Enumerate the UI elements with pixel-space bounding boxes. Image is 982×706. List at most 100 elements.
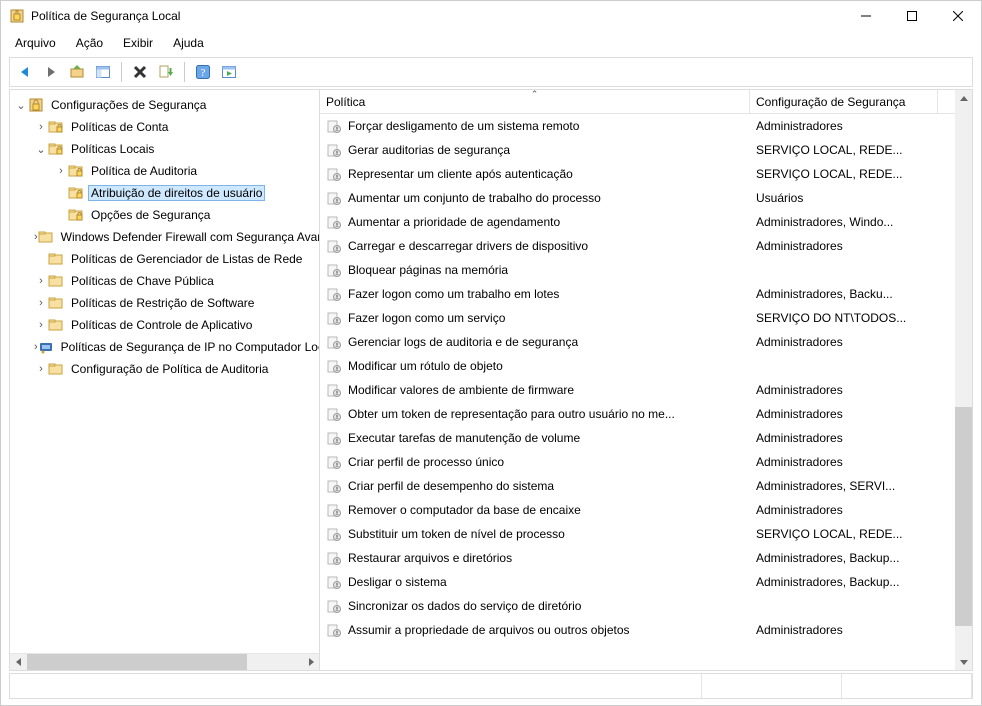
scroll-up-button[interactable] xyxy=(955,90,972,107)
toolbar-separator xyxy=(184,62,185,82)
cell-security: Usuários xyxy=(750,191,938,205)
expander-icon[interactable]: › xyxy=(34,121,48,133)
delete-button[interactable] xyxy=(129,61,151,83)
menu-acao[interactable]: Ação xyxy=(66,34,113,52)
policy-row[interactable]: Executar tarefas de manutenção de volume… xyxy=(320,426,972,450)
policy-row[interactable]: Sincronizar os dados do serviço de diret… xyxy=(320,594,972,618)
sort-indicator-icon: ⌃ xyxy=(531,90,539,100)
expander-icon[interactable]: › xyxy=(34,319,48,331)
scroll-track[interactable] xyxy=(955,107,972,653)
tree-body[interactable]: ⌄Configurações de Segurança›Políticas de… xyxy=(10,90,319,653)
expander-icon[interactable]: › xyxy=(34,363,48,375)
column-header-policy-label: Política xyxy=(326,95,365,109)
export-button[interactable] xyxy=(155,61,177,83)
cell-security: Administradores xyxy=(750,335,938,349)
policy-item-icon xyxy=(326,358,342,374)
policy-row[interactable]: Substituir um token de nível de processo… xyxy=(320,522,972,546)
scroll-down-button[interactable] xyxy=(955,653,972,670)
column-header-policy[interactable]: ⌃ Política xyxy=(320,90,750,113)
policy-row[interactable]: Bloquear páginas na memória xyxy=(320,258,972,282)
menu-exibir[interactable]: Exibir xyxy=(113,34,163,52)
menu-ajuda[interactable]: Ajuda xyxy=(163,34,214,52)
forward-button[interactable] xyxy=(40,61,62,83)
policy-row[interactable]: Restaurar arquivos e diretóriosAdministr… xyxy=(320,546,972,570)
policy-row[interactable]: Fazer logon como um trabalho em lotesAdm… xyxy=(320,282,972,306)
tree-item[interactable]: Opções de Segurança xyxy=(10,204,319,226)
policy-name: Desligar o sistema xyxy=(348,575,447,589)
policy-row[interactable]: Forçar desligamento de um sistema remoto… xyxy=(320,114,972,138)
tree-item-label: Configuração de Política de Auditoria xyxy=(68,361,271,377)
scroll-right-button[interactable] xyxy=(302,654,319,671)
scroll-thumb[interactable] xyxy=(27,654,247,671)
policy-row[interactable]: Aumentar a prioridade de agendamentoAdmi… xyxy=(320,210,972,234)
column-header-security[interactable]: Configuração de Segurança xyxy=(750,90,938,113)
show-hide-tree-button[interactable] xyxy=(92,61,114,83)
up-button[interactable] xyxy=(66,61,88,83)
svg-text:?: ? xyxy=(201,67,206,79)
tree-item[interactable]: ›Políticas de Conta xyxy=(10,116,319,138)
cell-policy: Bloquear páginas na memória xyxy=(320,262,750,278)
policy-row[interactable]: Representar um cliente após autenticação… xyxy=(320,162,972,186)
scroll-left-button[interactable] xyxy=(10,654,27,671)
policy-row[interactable]: Criar perfil de desempenho do sistemaAdm… xyxy=(320,474,972,498)
policy-row[interactable]: Obter um token de representação para out… xyxy=(320,402,972,426)
expander-icon[interactable]: ⌄ xyxy=(14,99,28,112)
maximize-button[interactable] xyxy=(889,1,935,31)
cell-security: Administradores xyxy=(750,455,938,469)
policy-row[interactable]: Carregar e descarregar drivers de dispos… xyxy=(320,234,972,258)
scroll-track[interactable] xyxy=(27,654,302,671)
policy-row[interactable]: Desligar o sistemaAdministradores, Backu… xyxy=(320,570,972,594)
expander-icon[interactable]: ⌄ xyxy=(34,143,48,156)
tree-item[interactable]: ›Políticas de Segurança de IP no Computa… xyxy=(10,336,319,358)
policy-row[interactable]: Gerenciar logs de auditoria e de seguran… xyxy=(320,330,972,354)
back-button[interactable] xyxy=(14,61,36,83)
menu-arquivo[interactable]: Arquivo xyxy=(5,34,66,52)
cell-policy: Gerenciar logs de auditoria e de seguran… xyxy=(320,334,750,350)
tree-root[interactable]: ⌄Configurações de Segurança xyxy=(10,94,319,116)
policy-row[interactable]: Modificar um rótulo de objeto xyxy=(320,354,972,378)
policy-row[interactable]: Criar perfil de processo únicoAdministra… xyxy=(320,450,972,474)
tree-item[interactable]: ›Windows Defender Firewall com Segurança… xyxy=(10,226,319,248)
folder-icon xyxy=(48,251,64,267)
policy-item-icon xyxy=(326,550,342,566)
close-button[interactable] xyxy=(935,1,981,31)
expander-icon[interactable]: › xyxy=(54,165,68,177)
cell-policy: Modificar um rótulo de objeto xyxy=(320,358,750,374)
tree-item[interactable]: ›Política de Auditoria xyxy=(10,160,319,182)
cell-policy: Sincronizar os dados do serviço de diret… xyxy=(320,598,750,614)
folder-lock-icon xyxy=(68,163,84,179)
policy-row[interactable]: Assumir a propriedade de arquivos ou out… xyxy=(320,618,972,642)
cell-policy: Executar tarefas de manutenção de volume xyxy=(320,430,750,446)
policy-row[interactable]: Fazer logon como um serviçoSERVIÇO DO NT… xyxy=(320,306,972,330)
policy-row[interactable]: Aumentar um conjunto de trabalho do proc… xyxy=(320,186,972,210)
expander-icon[interactable]: › xyxy=(34,297,48,309)
policy-item-icon xyxy=(326,262,342,278)
policy-name: Assumir a propriedade de arquivos ou out… xyxy=(348,623,630,637)
tree-item[interactable]: Atribuição de direitos de usuário xyxy=(10,182,319,204)
tree-item[interactable]: ›Políticas de Controle de Aplicativo xyxy=(10,314,319,336)
expander-icon[interactable]: › xyxy=(34,275,48,287)
tree-item[interactable]: › Configuração de Política de Auditoria xyxy=(10,358,319,380)
policy-row[interactable]: Modificar valores de ambiente de firmwar… xyxy=(320,378,972,402)
list-vertical-scrollbar[interactable] xyxy=(955,90,972,670)
list-body[interactable]: Forçar desligamento de um sistema remoto… xyxy=(320,114,972,670)
policy-name: Forçar desligamento de um sistema remoto xyxy=(348,119,579,133)
policy-row[interactable]: Gerar auditorias de segurançaSERVIÇO LOC… xyxy=(320,138,972,162)
minimize-button[interactable] xyxy=(843,1,889,31)
tree-horizontal-scrollbar[interactable] xyxy=(10,653,319,670)
tree-item[interactable]: ›Políticas de Restrição de Software xyxy=(10,292,319,314)
policy-item-icon xyxy=(326,430,342,446)
scroll-thumb[interactable] xyxy=(955,407,972,625)
tree-item[interactable]: ›Políticas de Chave Pública xyxy=(10,270,319,292)
cell-policy: Fazer logon como um trabalho em lotes xyxy=(320,286,750,302)
tree-item[interactable]: Políticas de Gerenciador de Listas de Re… xyxy=(10,248,319,270)
policy-item-icon xyxy=(326,286,342,302)
title-bar: Política de Segurança Local xyxy=(1,1,981,31)
tree-item[interactable]: ⌄Políticas Locais xyxy=(10,138,319,160)
properties-button[interactable] xyxy=(218,61,240,83)
help-button[interactable]: ? xyxy=(192,61,214,83)
policy-row[interactable]: Remover o computador da base de encaixeA… xyxy=(320,498,972,522)
policy-name: Executar tarefas de manutenção de volume xyxy=(348,431,580,445)
security-root-icon xyxy=(28,97,44,113)
tree-item-label: Políticas de Gerenciador de Listas de Re… xyxy=(68,251,305,267)
